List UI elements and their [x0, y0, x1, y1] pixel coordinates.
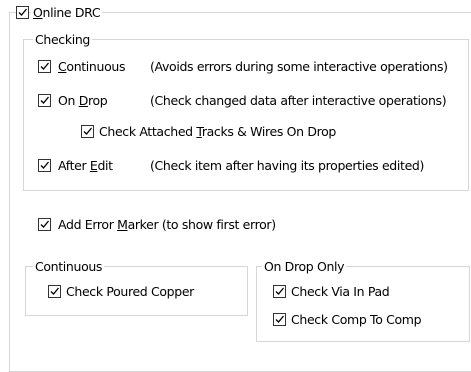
add-error-marker-checkbox[interactable] [38, 218, 51, 231]
after-edit-checkbox[interactable] [38, 159, 51, 172]
checkmark-icon [40, 62, 49, 70]
checkmark-icon [40, 220, 49, 228]
on-drop-description: (Check changed data after interactive op… [150, 93, 447, 108]
continuous-label[interactable]: Continuous [58, 59, 125, 74]
continuous-group-label: Continuous [33, 259, 105, 274]
checking-group-label: Checking [33, 32, 92, 47]
after-edit-label[interactable]: After Edit [58, 158, 113, 173]
on-drop-only-group-label: On Drop Only [262, 259, 347, 274]
check-via-in-pad-label[interactable]: Check Via In Pad [291, 284, 390, 299]
checkmark-icon [275, 287, 284, 295]
checkmark-icon [275, 315, 284, 323]
check-poured-copper-label[interactable]: Check Poured Copper [66, 284, 194, 299]
check-comp-to-comp-checkbox[interactable] [273, 313, 286, 326]
online-drc-label[interactable]: Online DRC [31, 5, 103, 20]
check-attached-checkbox[interactable] [81, 125, 94, 138]
online-drc-checkbox[interactable] [16, 6, 29, 19]
checkmark-icon [83, 127, 92, 135]
continuous-checkbox[interactable] [38, 60, 51, 73]
check-poured-copper-checkbox[interactable] [48, 285, 61, 298]
on-drop-only-group-frame [256, 266, 470, 342]
on-drop-label[interactable]: On Drop [58, 93, 108, 108]
continuous-description: (Avoids errors during some interactive o… [150, 59, 448, 74]
check-comp-to-comp-label[interactable]: Check Comp To Comp [291, 312, 422, 327]
check-attached-label[interactable]: Check Attached Tracks & Wires On Drop [99, 124, 336, 139]
on-drop-checkbox[interactable] [38, 94, 51, 107]
checkmark-icon [40, 96, 49, 104]
check-via-in-pad-checkbox[interactable] [273, 285, 286, 298]
checkmark-icon [40, 161, 49, 169]
after-edit-description: (Check item after having its properties … [150, 158, 425, 173]
checkmark-icon [18, 8, 27, 16]
checkmark-icon [50, 287, 59, 295]
add-error-marker-label[interactable]: Add Error Marker (to show first error) [58, 217, 276, 232]
